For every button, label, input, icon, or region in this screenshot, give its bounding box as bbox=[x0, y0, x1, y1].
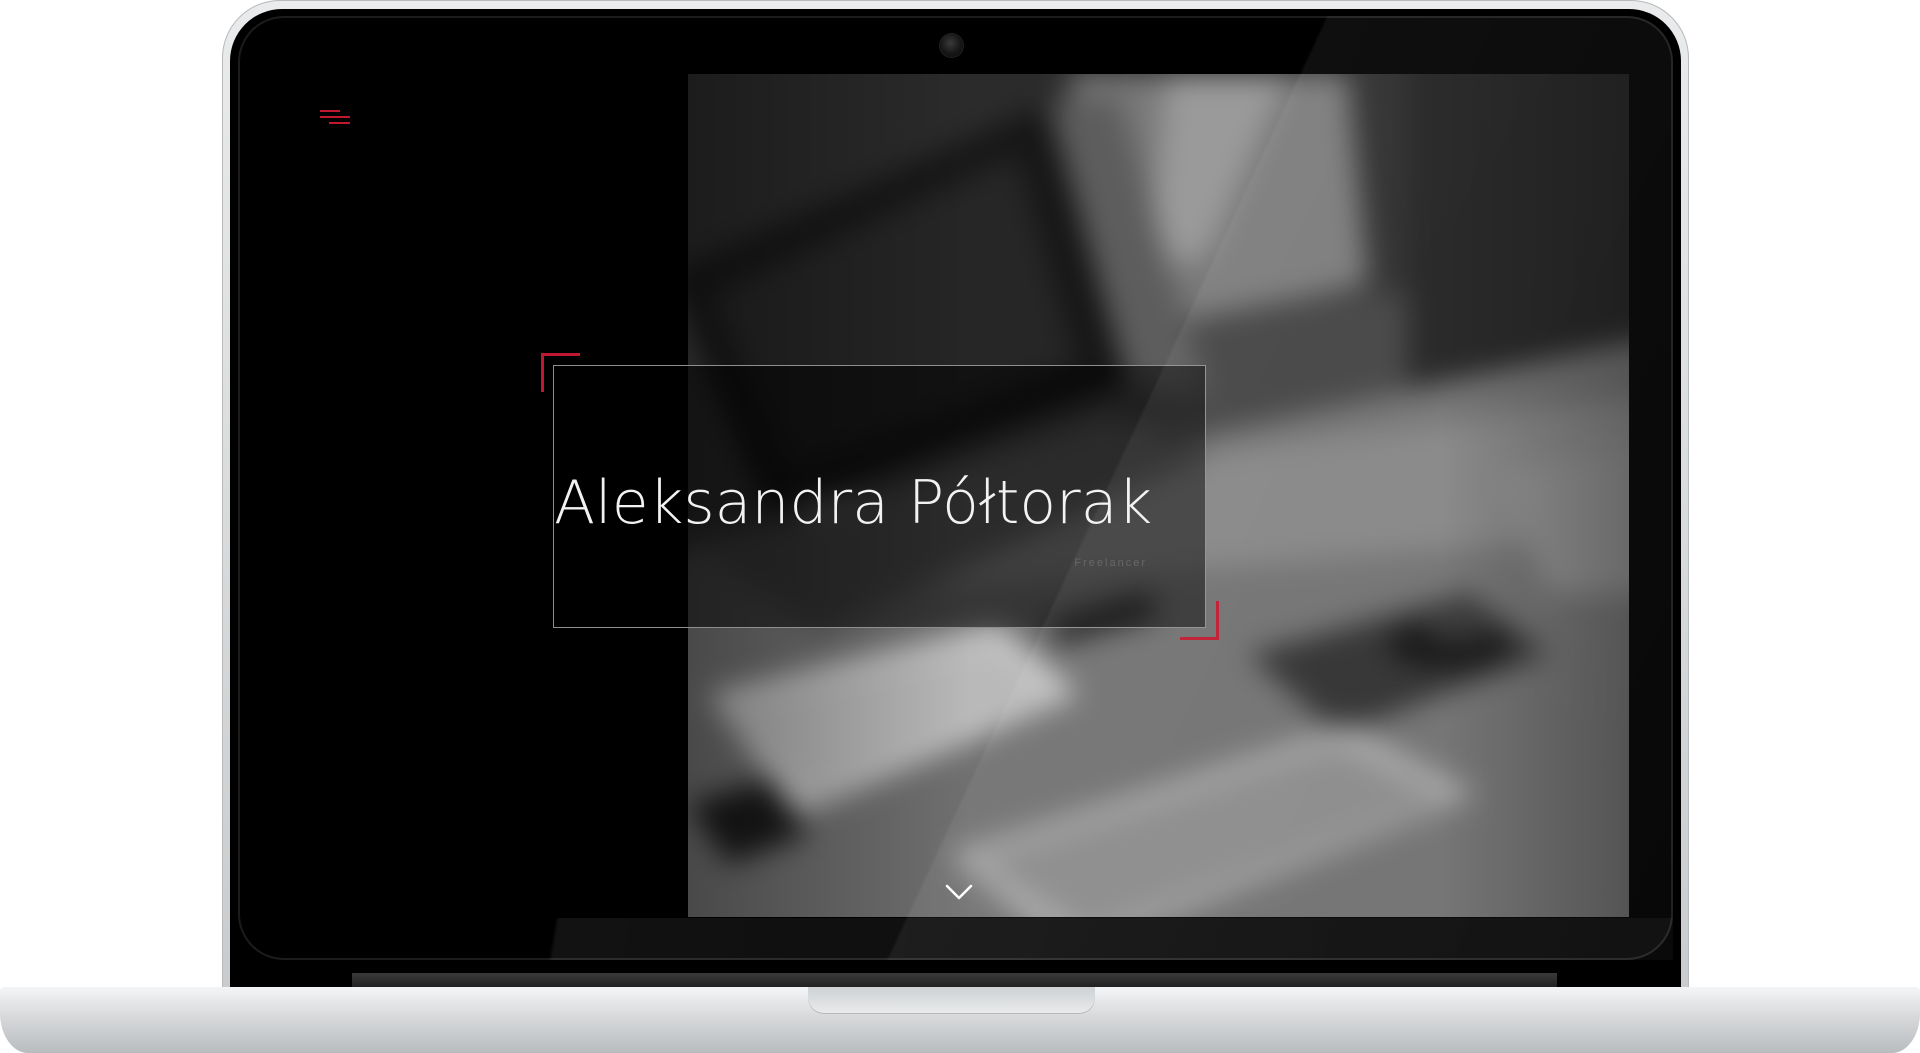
chevron-down-svg bbox=[945, 884, 973, 900]
laptop-screen: Aleksandra Półtorak Freelancer bbox=[284, 74, 1629, 917]
device-mockup-stage: Aleksandra Półtorak Freelancer bbox=[0, 0, 1920, 1053]
chevron-down-icon[interactable] bbox=[944, 880, 974, 904]
menu-line-middle bbox=[320, 116, 350, 118]
hamburger-menu-icon[interactable] bbox=[320, 110, 354, 134]
hero-subtitle: Freelancer bbox=[1074, 557, 1147, 569]
hero-name: Aleksandra Półtorak bbox=[554, 468, 1153, 538]
hero-card: Aleksandra Półtorak Freelancer bbox=[553, 365, 1206, 628]
accent-corner-bottom-right bbox=[1180, 601, 1219, 640]
laptop-opening-notch bbox=[808, 987, 1095, 1014]
menu-line-bottom bbox=[329, 122, 350, 124]
menu-line-top bbox=[320, 110, 340, 112]
laptop-hinge bbox=[352, 973, 1557, 987]
webcam-icon bbox=[940, 34, 963, 57]
